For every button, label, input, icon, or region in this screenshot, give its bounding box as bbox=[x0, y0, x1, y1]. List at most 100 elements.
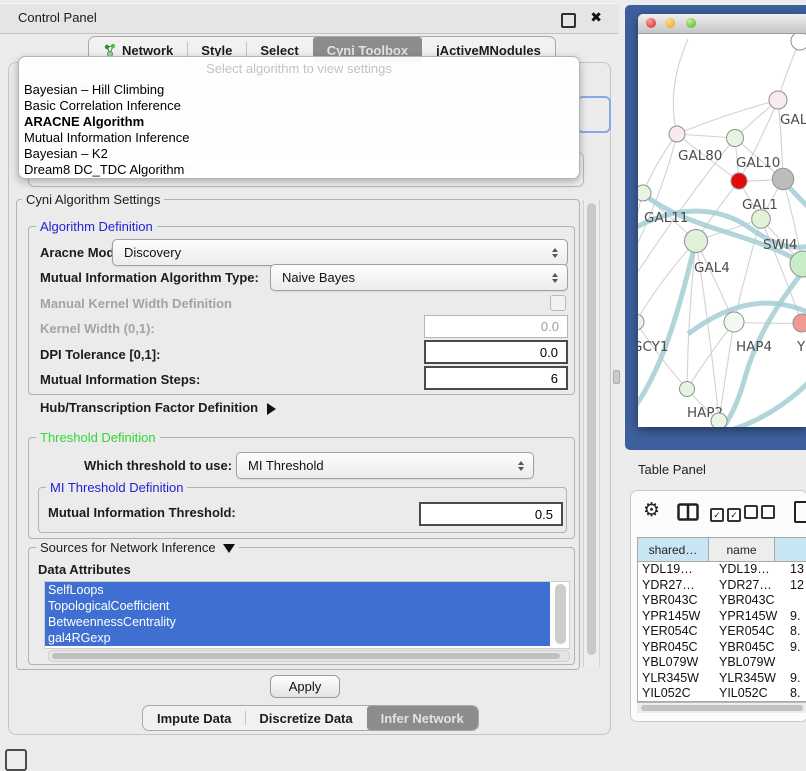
table-hscrollbar-thumb[interactable] bbox=[641, 705, 803, 711]
sources-group-toggle[interactable]: Sources for Network Inference bbox=[36, 540, 239, 555]
table-row[interactable]: YDR27…YDR27…12 bbox=[638, 578, 806, 594]
aracne-mode-select[interactable]: Discovery bbox=[112, 239, 568, 266]
table-row[interactable]: YBR045CYBR045C9. bbox=[638, 640, 806, 656]
network-node[interactable] bbox=[791, 34, 806, 50]
network-edge[interactable] bbox=[673, 39, 688, 134]
table-row[interactable]: YPR145WYPR145W9. bbox=[638, 609, 806, 625]
network-node-gcy1[interactable] bbox=[638, 314, 644, 330]
network-node-swi4[interactable] bbox=[752, 210, 771, 229]
sources-hscrollbar-thumb[interactable] bbox=[52, 653, 560, 659]
network-node-gal[interactable] bbox=[769, 91, 787, 109]
network-edge-thick[interactable] bbox=[728, 379, 806, 427]
table-cell: YDL19… bbox=[719, 562, 770, 578]
close-icon[interactable]: ✖ bbox=[590, 9, 602, 26]
network-node[interactable] bbox=[772, 168, 793, 189]
network-node-y[interactable] bbox=[793, 314, 806, 332]
network-node[interactable] bbox=[711, 413, 727, 427]
network-node-gal11[interactable] bbox=[638, 185, 651, 201]
attribute-list-item[interactable]: TopologicalCoefficient bbox=[45, 598, 550, 614]
network-node-gal10[interactable] bbox=[727, 130, 744, 147]
panel-divider-grip[interactable] bbox=[613, 370, 620, 384]
split-column-icon[interactable] bbox=[677, 503, 699, 521]
apply-button[interactable]: Apply bbox=[270, 675, 340, 698]
which-threshold-select[interactable]: MI Threshold bbox=[236, 452, 534, 479]
collapsed-arrow-icon bbox=[267, 403, 276, 415]
hub-definition-label: Hub/Transcription Factor Definition bbox=[40, 400, 258, 415]
manual-kernel-checkbox[interactable] bbox=[550, 295, 566, 311]
sources-hscrollbar[interactable] bbox=[48, 650, 570, 662]
list-scrollbar-thumb[interactable] bbox=[555, 584, 566, 644]
mi-steps-field[interactable]: 6 bbox=[424, 366, 568, 390]
table-cell: YLR345W bbox=[642, 671, 699, 687]
network-node-gal4[interactable] bbox=[685, 230, 708, 253]
table-cell: YLR345W bbox=[719, 671, 776, 687]
network-window-titlebar[interactable] bbox=[638, 14, 806, 34]
network-node-gal1[interactable] bbox=[731, 173, 747, 189]
network-edge[interactable] bbox=[677, 100, 778, 134]
table-row[interactable]: YER054CYER054C8. bbox=[638, 624, 806, 640]
mi-threshold-field[interactable]: 0.5 bbox=[419, 502, 563, 526]
attribute-list-item[interactable]: gal4RGexp bbox=[45, 630, 550, 646]
table-cell: YDR27… bbox=[719, 578, 772, 594]
cyni-bottom-tabbar: Impute Data Discretize Data Infer Network bbox=[142, 705, 479, 731]
algorithm-option[interactable]: Bayesian – Hill Climbing bbox=[19, 82, 579, 98]
dpi-tolerance-field[interactable]: 0.0 bbox=[424, 340, 568, 364]
unchecked-pair-icon[interactable] bbox=[744, 505, 778, 524]
table-row[interactable]: YBR043CYBR043C bbox=[638, 593, 806, 609]
algorithm-option[interactable]: Basic Correlation Inference bbox=[19, 98, 579, 114]
table-cell: YBL079W bbox=[642, 655, 698, 671]
attribute-list-item[interactable]: SelfLoops bbox=[45, 582, 550, 598]
close-traffic-icon[interactable] bbox=[646, 18, 656, 28]
minimize-traffic-icon[interactable] bbox=[665, 18, 675, 28]
network-edge[interactable] bbox=[638, 193, 643, 322]
partial-table-icon[interactable] bbox=[794, 501, 806, 523]
tab-infer-network[interactable]: Infer Network bbox=[367, 706, 478, 730]
network-edge[interactable] bbox=[643, 134, 677, 193]
attribute-list-item[interactable]: BetweennessCentrality bbox=[45, 614, 550, 630]
node-label: GAL11 bbox=[644, 210, 688, 226]
column-header[interactable]: name bbox=[709, 538, 775, 562]
mi-type-select[interactable]: Naive Bayes bbox=[270, 264, 568, 291]
table-hscrollbar[interactable] bbox=[637, 702, 806, 713]
algorithm-dropdown-popup: Select algorithm to view settings Bayesi… bbox=[18, 56, 580, 179]
network-window[interactable]: GALGAL80GAL10GAL1GAL11SWI4GAL4GCY1HAP4YH… bbox=[638, 14, 806, 427]
network-node-hap4[interactable] bbox=[724, 312, 744, 332]
algorithm-option[interactable]: Dream8 DC_TDC Algorithm bbox=[19, 162, 579, 178]
settings-vscrollbar[interactable] bbox=[583, 200, 600, 667]
column-header[interactable]: shared… bbox=[638, 538, 709, 562]
table-row[interactable]: YIL052CYIL052C8. bbox=[638, 686, 806, 702]
network-node-gal80[interactable] bbox=[669, 126, 685, 142]
checked-pair-icon[interactable]: ✓✓ bbox=[710, 505, 744, 523]
zoom-traffic-icon[interactable] bbox=[686, 18, 696, 28]
column-header[interactable] bbox=[775, 538, 806, 562]
spinner-arrows-icon bbox=[518, 461, 524, 471]
tab-discretize-data[interactable]: Discretize Data bbox=[245, 706, 366, 730]
which-threshold-value: MI Threshold bbox=[237, 458, 518, 473]
data-attributes-list[interactable]: SelfLoopsTopologicalCoefficientBetweenne… bbox=[44, 581, 570, 649]
algorithm-option[interactable]: ARACNE Algorithm bbox=[19, 114, 579, 130]
gear-icon[interactable]: ⚙ bbox=[643, 499, 660, 522]
table-cell: 9. bbox=[790, 609, 800, 625]
table-row[interactable]: YBL079WYBL079W bbox=[638, 655, 806, 671]
algorithm-option[interactable]: Mutual Information Inference bbox=[19, 130, 579, 146]
network-node-hap2[interactable] bbox=[680, 382, 695, 397]
table-cell: YIL052C bbox=[642, 686, 691, 702]
algorithm-option[interactable]: Bayesian – K2 bbox=[19, 146, 579, 162]
network-canvas[interactable]: GALGAL80GAL10GAL1GAL11SWI4GAL4GCY1HAP4YH… bbox=[638, 34, 806, 427]
sources-group-title: Sources for Network Inference bbox=[40, 540, 216, 555]
bottom-corner-icon[interactable] bbox=[5, 749, 27, 771]
focused-combo-fragment[interactable] bbox=[577, 96, 611, 133]
spinner-arrows-icon bbox=[552, 248, 558, 258]
network-edge-thick[interactable] bbox=[638, 244, 695, 426]
table-row[interactable]: YDL19…YDL19…13 bbox=[638, 562, 806, 578]
node-table[interactable]: shared…name YDL19…YDL19…13YDR27…YDR27…12… bbox=[637, 537, 806, 702]
tab-impute-data[interactable]: Impute Data bbox=[143, 706, 245, 730]
settings-vscrollbar-thumb[interactable] bbox=[587, 203, 596, 655]
tab-label: Discretize Data bbox=[259, 711, 352, 726]
float-panel-icon[interactable] bbox=[561, 13, 576, 28]
hub-definition-toggle[interactable]: Hub/Transcription Factor Definition bbox=[40, 400, 276, 415]
table-cell: YBR043C bbox=[719, 593, 775, 609]
node-label: GCY1 bbox=[638, 339, 669, 355]
table-row[interactable]: YLR345WYLR345W9. bbox=[638, 671, 806, 687]
network-edge-thick[interactable] bbox=[643, 194, 806, 266]
